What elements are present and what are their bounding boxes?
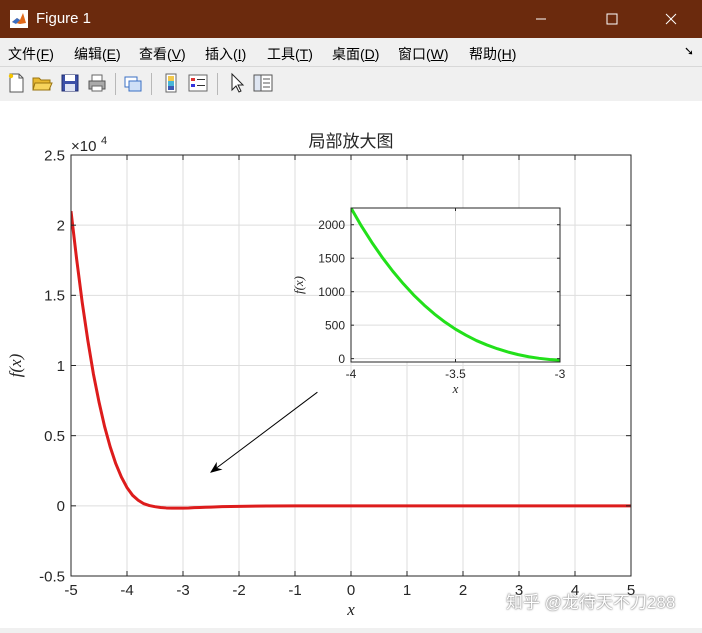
x-tick-label: -3: [555, 367, 566, 381]
minimize-button[interactable]: [518, 0, 564, 38]
menu-file-end: ): [49, 46, 54, 62]
property-editor-icon[interactable]: [252, 72, 274, 94]
toolbar-separator: [151, 73, 152, 95]
menu-window-label: 窗口(: [398, 46, 431, 62]
menu-insert-end: ): [241, 46, 247, 62]
toolbar-separator: [115, 73, 116, 95]
toolbar-separator: [217, 73, 218, 95]
x-axis-label: x: [346, 600, 355, 619]
y-tick-label: 2.5: [44, 147, 65, 164]
menu-bar: 文件(F) 编辑(E) 查看(V) 插入(I) 工具(T) 桌面(D) 窗口(W…: [0, 38, 702, 66]
menu-edit-end: ): [116, 46, 121, 62]
x-tick-label: -2: [232, 582, 245, 599]
x-tick-label: -3: [176, 582, 189, 599]
x-tick-label: 0: [347, 582, 355, 599]
menu-insert[interactable]: 插入(I): [205, 44, 246, 64]
y-axis-label: f(x): [291, 276, 306, 294]
menu-file-label: 文件(: [8, 46, 41, 62]
watermark: 知乎 @龙待天不刀288: [506, 593, 676, 612]
menu-tools-end: ): [308, 46, 313, 62]
maximize-icon: [606, 13, 618, 25]
menu-dock-arrow-icon[interactable]: ➘: [684, 44, 694, 58]
new-figure-icon[interactable]: [5, 72, 27, 94]
menu-edit-key: E: [106, 46, 117, 62]
menu-desktop-end: ): [374, 46, 380, 62]
toolbar: [0, 66, 702, 102]
menu-tools-key: T: [299, 46, 309, 62]
open-file-icon[interactable]: [31, 72, 53, 94]
menu-help-key: H: [501, 46, 512, 62]
legend-icon[interactable]: [187, 72, 209, 94]
colorbar-icon[interactable]: [160, 72, 182, 94]
x-tick-label: 1: [403, 582, 411, 599]
print-icon[interactable]: [86, 72, 108, 94]
menu-desktop-key: D: [364, 46, 375, 62]
menu-window-end: ): [443, 46, 449, 62]
y-tick-label: 1500: [318, 252, 345, 266]
y-tick-label: 0.5: [44, 428, 65, 445]
x-tick-label: -5: [64, 582, 77, 599]
menu-tools-label: 工具(: [267, 46, 300, 62]
menu-tools[interactable]: 工具(T): [267, 44, 313, 64]
window-title: Figure 1: [36, 10, 92, 27]
pointer-icon[interactable]: [226, 72, 248, 94]
x-tick-label: -1: [288, 582, 301, 599]
save-icon[interactable]: [59, 72, 81, 94]
chart-title: 局部放大图: [309, 132, 394, 151]
y-exponent-label: ×10: [71, 138, 96, 155]
x-axis-label: x: [452, 381, 459, 396]
x-tick-label: 2: [459, 582, 467, 599]
menu-view[interactable]: 查看(V): [139, 44, 186, 64]
close-icon: [665, 13, 677, 25]
menu-view-key: V: [171, 46, 182, 62]
x-tick-label: -4: [120, 582, 133, 599]
y-tick-label: -0.5: [39, 568, 65, 585]
menu-view-end: ): [181, 46, 186, 62]
menu-help-label: 帮助(: [469, 46, 502, 62]
y-tick-label: 0: [338, 352, 345, 366]
menu-desktop[interactable]: 桌面(D): [332, 44, 379, 64]
main-axes: -5 -4 -3 -2 -1 0 1 2 3 4 5-0.500.511.522.5xf(x)局部放…: [6, 132, 635, 619]
matlab-logo-icon: [10, 10, 28, 28]
y-tick-label: 500: [325, 318, 345, 332]
title-bar: Figure 1: [0, 0, 702, 38]
link-icon[interactable]: [122, 72, 144, 94]
y-exponent-power: 4: [101, 135, 107, 147]
menu-window[interactable]: 窗口(W): [398, 44, 449, 64]
x-tick-label: -3.5: [445, 367, 466, 381]
minimize-icon: [536, 18, 546, 20]
menu-edit-label: 编辑(: [74, 46, 107, 62]
x-tick-label: -4: [346, 367, 357, 381]
y-tick-label: 1.5: [44, 288, 65, 305]
maximize-button[interactable]: [589, 0, 635, 38]
menu-file-key: F: [40, 46, 50, 62]
menu-insert-label: 插入(: [205, 46, 238, 62]
y-tick-label: 2: [57, 218, 65, 235]
close-button[interactable]: [648, 0, 694, 38]
y-tick-label: 2000: [318, 218, 345, 232]
menu-window-key: W: [430, 46, 444, 62]
figure-plot: -5 -4 -3 -2 -1 0 1 2 3 4 5-0.500.511.522.5xf(x)局部放…: [6, 132, 635, 619]
menu-file[interactable]: 文件(F): [8, 44, 54, 64]
menu-help[interactable]: 帮助(H): [469, 44, 516, 64]
menu-desktop-label: 桌面(: [332, 46, 365, 62]
menu-view-label: 查看(: [139, 46, 172, 62]
menu-help-end: ): [511, 46, 517, 62]
y-axis-label: f(x): [6, 353, 25, 377]
y-tick-label: 1: [57, 358, 65, 375]
figure-canvas: -5 -4 -3 -2 -1 0 1 2 3 4 5 -0.5 0 0.5 1 1.5 2 2.5 x f(x) 局部放…: [0, 101, 702, 628]
y-tick-label: 0: [57, 498, 65, 515]
y-tick-label: 1000: [318, 285, 345, 299]
menu-edit[interactable]: 编辑(E): [74, 44, 121, 64]
